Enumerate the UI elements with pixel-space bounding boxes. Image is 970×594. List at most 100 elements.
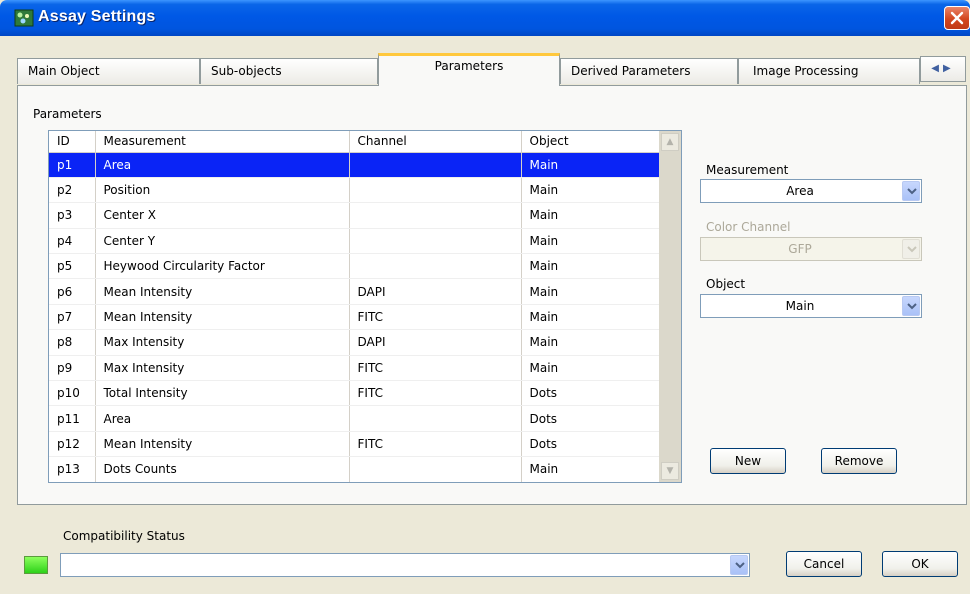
cell-channel bbox=[349, 456, 522, 482]
table-row[interactable]: p8 Max Intensity DAPI Main bbox=[49, 329, 660, 356]
table-row[interactable]: p11 Area Dots bbox=[49, 405, 660, 432]
new-button[interactable]: New bbox=[710, 448, 786, 474]
title-bar: Assay Settings bbox=[0, 0, 970, 36]
cell-id: p11 bbox=[49, 405, 96, 432]
cell-measurement: Mean Intensity bbox=[95, 304, 350, 331]
tab-main-object[interactable]: Main Object bbox=[17, 58, 200, 84]
table-row[interactable]: p13 Dots Counts Main bbox=[49, 456, 660, 482]
cell-measurement: Max Intensity bbox=[95, 329, 350, 356]
tab-image-processing[interactable]: Image Processing bbox=[738, 58, 920, 84]
cell-channel bbox=[349, 405, 522, 432]
cell-channel bbox=[349, 152, 522, 178]
measurement-label: Measurement bbox=[706, 163, 789, 177]
tab-scroll-arrows[interactable]: ◀▶ bbox=[920, 56, 966, 82]
cell-object: Dots bbox=[521, 380, 660, 407]
chevron-down-icon[interactable] bbox=[902, 296, 920, 316]
cell-id: p9 bbox=[49, 355, 96, 382]
cell-measurement: Center X bbox=[95, 202, 350, 229]
cell-object: Dots bbox=[521, 431, 660, 458]
tab-label: Derived Parameters bbox=[571, 64, 691, 78]
table-row[interactable]: p10 Total Intensity FITC Dots bbox=[49, 380, 660, 407]
cell-channel bbox=[349, 253, 522, 280]
cell-measurement: Mean Intensity bbox=[95, 278, 350, 305]
object-value: Main bbox=[785, 299, 815, 313]
object-label: Object bbox=[706, 277, 746, 291]
cell-measurement: Dots Counts bbox=[95, 456, 350, 482]
cell-id: p5 bbox=[49, 253, 96, 280]
cell-channel bbox=[349, 177, 522, 204]
table-row[interactable]: p1 Area Main bbox=[49, 152, 660, 178]
ok-button[interactable]: OK bbox=[882, 551, 958, 577]
tab-label: Parameters bbox=[434, 59, 504, 73]
app-icon bbox=[14, 9, 34, 27]
chevron-right-icon[interactable]: ▶ bbox=[943, 63, 955, 74]
tab-label: Sub-objects bbox=[211, 64, 282, 78]
color-channel-label: Color Channel bbox=[706, 220, 791, 234]
cell-object: Main bbox=[521, 278, 660, 305]
tab-parameters[interactable]: Parameters bbox=[378, 53, 560, 86]
table-row[interactable]: p6 Mean Intensity DAPI Main bbox=[49, 278, 660, 305]
cell-object: Dots bbox=[521, 405, 660, 432]
status-indicator bbox=[24, 556, 48, 574]
cell-id: p7 bbox=[49, 304, 96, 331]
tab-label: Image Processing bbox=[753, 64, 859, 78]
parameters-group-label: Parameters bbox=[33, 107, 102, 121]
cell-channel: FITC bbox=[349, 431, 522, 458]
tab-strip: Main Object Sub-objects Parameters Deriv… bbox=[0, 36, 970, 88]
chevron-left-icon[interactable]: ◀ bbox=[931, 63, 943, 74]
cell-id: p13 bbox=[49, 456, 96, 482]
table-header-row: ID Measurement Channel Object bbox=[49, 131, 660, 153]
cell-object: Main bbox=[521, 329, 660, 356]
cell-object: Main bbox=[521, 202, 660, 229]
chevron-down-icon[interactable] bbox=[902, 181, 920, 201]
cell-id: p12 bbox=[49, 431, 96, 458]
table-row[interactable]: p2 Position Main bbox=[49, 177, 660, 204]
cell-object: Main bbox=[521, 304, 660, 331]
scroll-up-icon[interactable]: ▲ bbox=[661, 133, 679, 151]
color-channel-value: GFP bbox=[788, 242, 812, 256]
cancel-button[interactable]: Cancel bbox=[786, 551, 862, 577]
column-header-measurement[interactable]: Measurement bbox=[95, 131, 350, 153]
table-row[interactable]: p9 Max Intensity FITC Main bbox=[49, 355, 660, 382]
cell-id: p2 bbox=[49, 177, 96, 204]
remove-button[interactable]: Remove bbox=[821, 448, 897, 474]
cell-measurement: Area bbox=[95, 405, 350, 432]
compatibility-status-label: Compatibility Status bbox=[63, 529, 185, 543]
compatibility-status-dropdown[interactable] bbox=[60, 553, 750, 577]
cell-channel: FITC bbox=[349, 380, 522, 407]
cell-id: p6 bbox=[49, 278, 96, 305]
cell-channel: FITC bbox=[349, 304, 522, 331]
color-channel-dropdown: GFP bbox=[700, 237, 922, 261]
column-header-object[interactable]: Object bbox=[521, 131, 660, 153]
cell-measurement: Position bbox=[95, 177, 350, 204]
cell-channel bbox=[349, 202, 522, 229]
column-header-channel[interactable]: Channel bbox=[349, 131, 522, 153]
tab-sub-objects[interactable]: Sub-objects bbox=[200, 58, 378, 84]
chevron-down-icon[interactable] bbox=[730, 555, 748, 575]
cell-object: Main bbox=[521, 152, 660, 178]
table-row[interactable]: p4 Center Y Main bbox=[49, 228, 660, 255]
object-dropdown[interactable]: Main bbox=[700, 294, 922, 318]
cell-measurement: Center Y bbox=[95, 228, 350, 255]
measurement-dropdown[interactable]: Area bbox=[700, 179, 922, 203]
column-header-id[interactable]: ID bbox=[49, 131, 96, 153]
cell-object: Main bbox=[521, 456, 660, 482]
table-scrollbar[interactable]: ▲ ▼ bbox=[659, 131, 681, 482]
cell-id: p8 bbox=[49, 329, 96, 356]
cell-measurement: Total Intensity bbox=[95, 380, 350, 407]
scroll-down-icon[interactable]: ▼ bbox=[661, 462, 679, 480]
tab-derived-parameters[interactable]: Derived Parameters bbox=[560, 58, 738, 84]
table-row[interactable]: p5 Heywood Circularity Factor Main bbox=[49, 253, 660, 280]
table-row[interactable]: p3 Center X Main bbox=[49, 202, 660, 229]
table-row[interactable]: p7 Mean Intensity FITC Main bbox=[49, 304, 660, 331]
cell-id: p4 bbox=[49, 228, 96, 255]
cell-object: Main bbox=[521, 228, 660, 255]
cell-channel bbox=[349, 228, 522, 255]
parameters-table[interactable]: ID Measurement Channel Object p1 Area Main… bbox=[48, 130, 682, 483]
cell-channel: FITC bbox=[349, 355, 522, 382]
table-row[interactable]: p12 Mean Intensity FITC Dots bbox=[49, 431, 660, 458]
close-icon bbox=[950, 11, 964, 25]
cell-measurement: Max Intensity bbox=[95, 355, 350, 382]
cell-object: Main bbox=[521, 177, 660, 204]
close-button[interactable] bbox=[944, 6, 970, 30]
